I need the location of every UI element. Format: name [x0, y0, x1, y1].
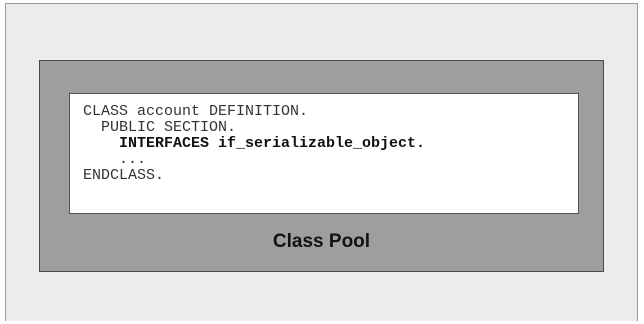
- code-line-endclass: ENDCLASS.: [83, 167, 165, 184]
- code-line-public-section: PUBLIC SECTION.: [83, 119, 237, 136]
- class-pool-container: CLASS account DEFINITION. PUBLIC SECTION…: [39, 60, 604, 272]
- code-line-class-definition: CLASS account DEFINITION.: [83, 103, 309, 120]
- code-line-ellipsis: ...: [83, 151, 147, 168]
- code-line-interfaces: INTERFACES if_serializable_object.: [83, 135, 426, 152]
- code-listing: CLASS account DEFINITION. PUBLIC SECTION…: [69, 93, 579, 214]
- class-pool-label: Class Pool: [272, 231, 371, 252]
- outer-frame: CLASS account DEFINITION. PUBLIC SECTION…: [5, 3, 638, 321]
